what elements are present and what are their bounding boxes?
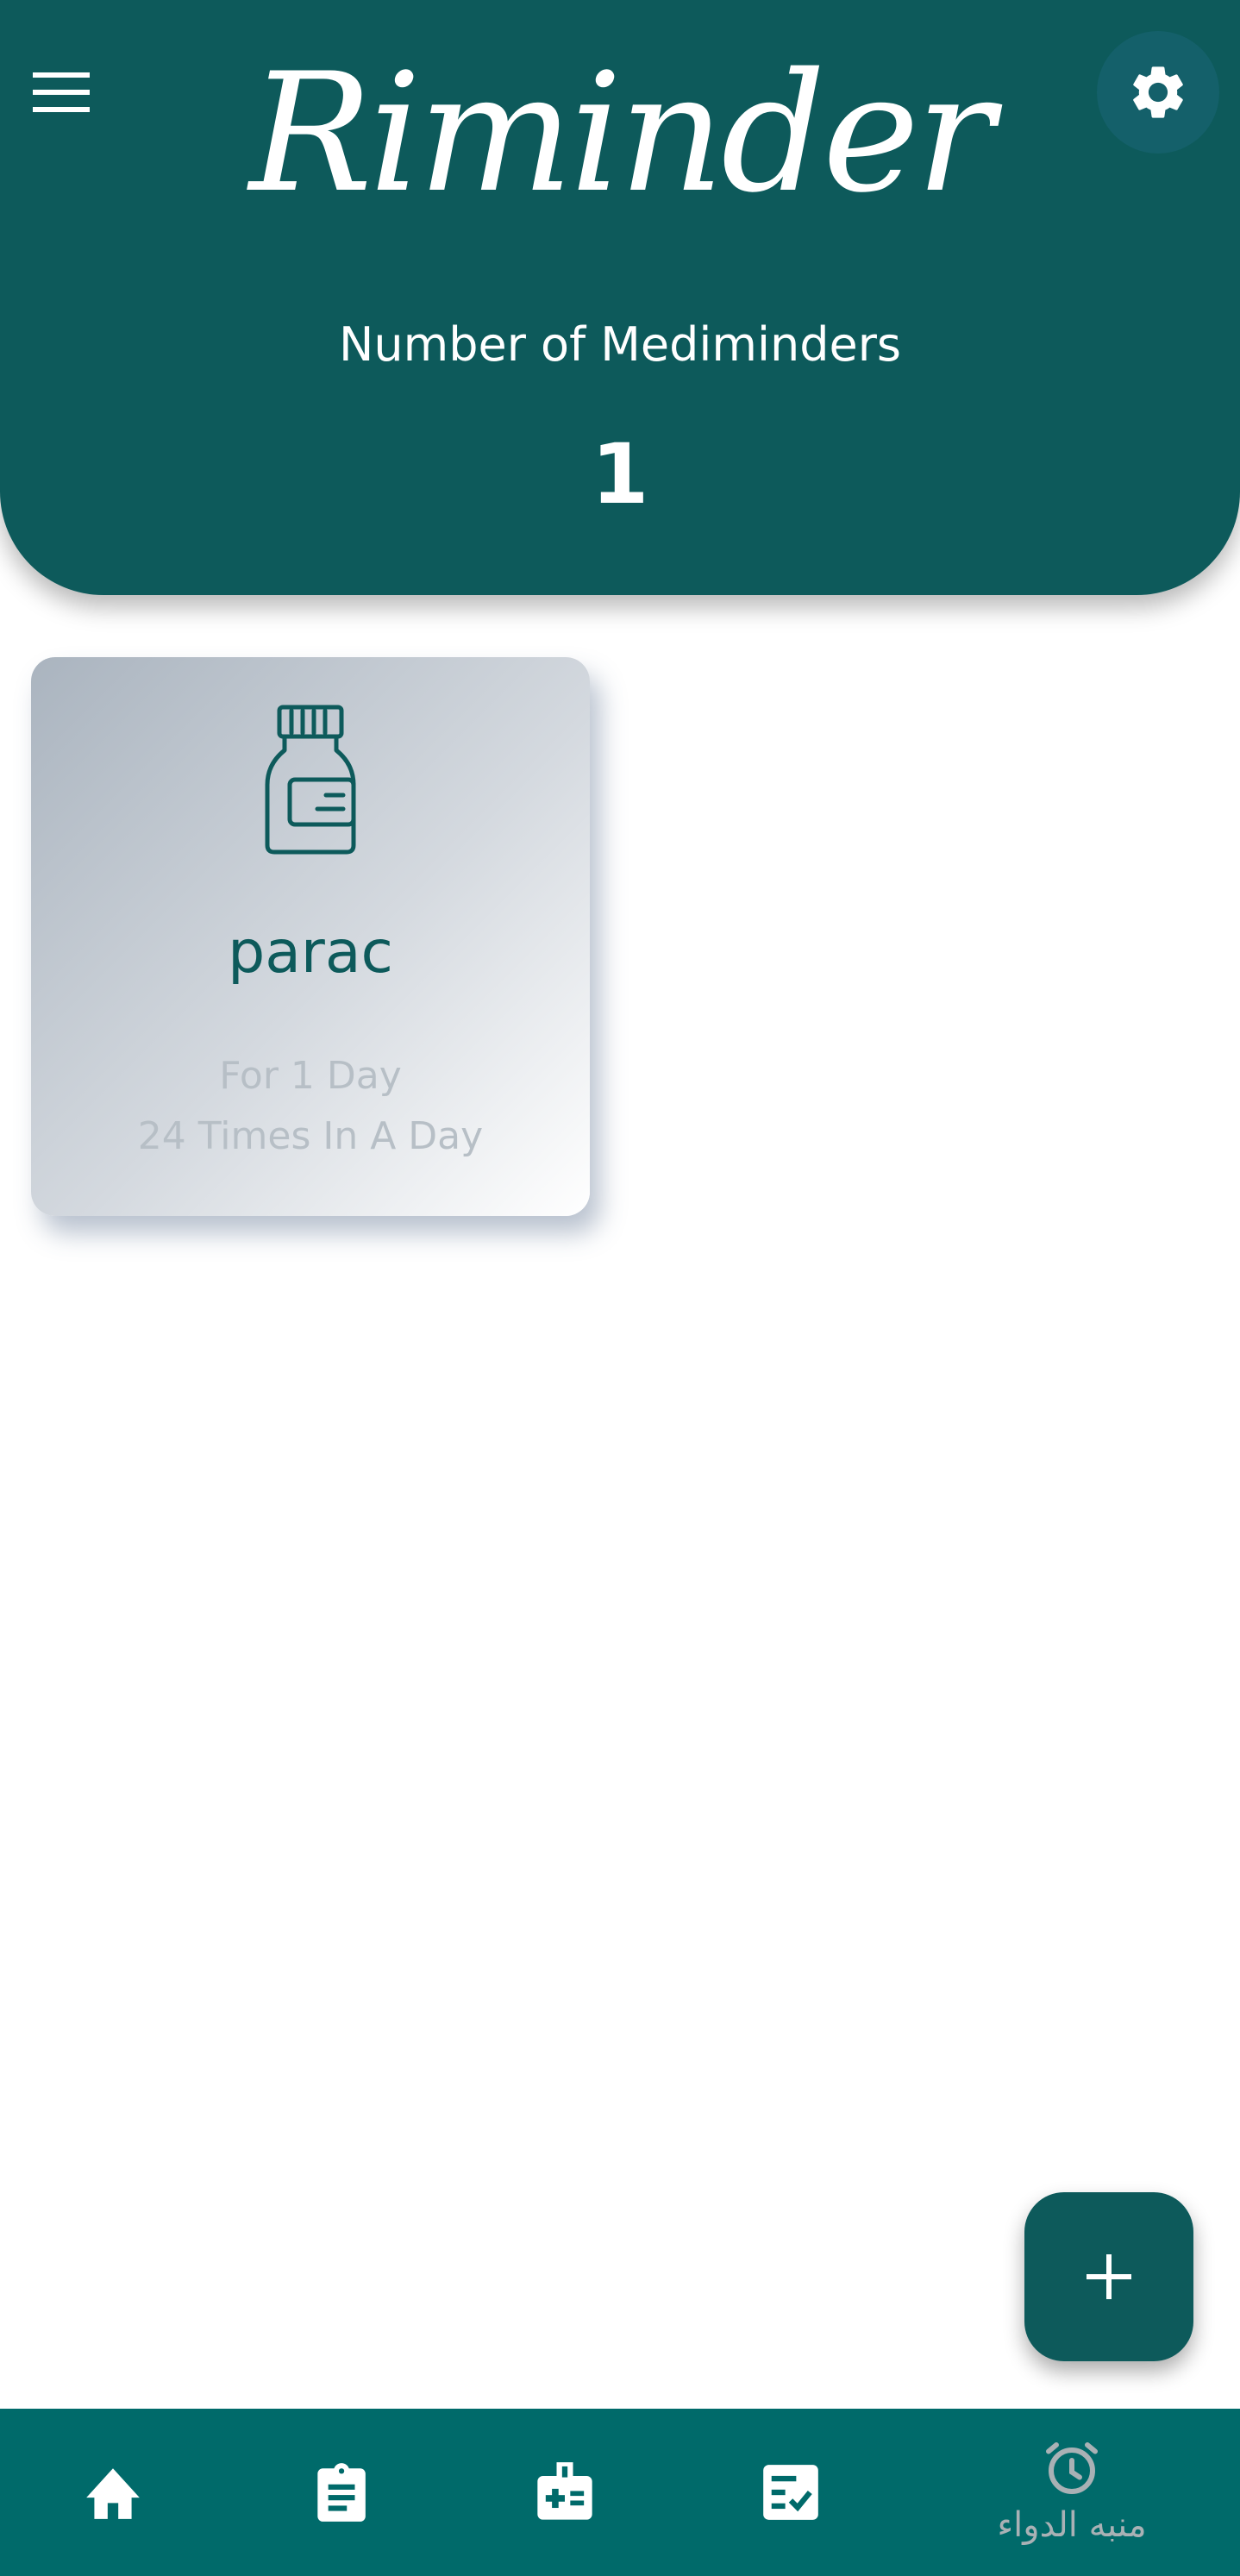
medicine-bottle-icon bbox=[265, 705, 356, 855]
nav-checklist[interactable] bbox=[678, 2409, 904, 2576]
checklist-icon bbox=[763, 2465, 818, 2520]
reminder-name: parac bbox=[228, 918, 393, 987]
reminder-card[interactable]: parac For 1 Day 24 Times In A Day bbox=[31, 657, 590, 1216]
reminder-count-value: 1 bbox=[591, 426, 649, 523]
bottom-navigation: منبه الدواء bbox=[0, 2409, 1240, 2576]
add-reminder-button[interactable] bbox=[1024, 2192, 1193, 2361]
reminder-frequency: 24 Times In A Day bbox=[137, 1114, 484, 1158]
nav-medicine-alarm-label: منبه الدواء bbox=[997, 2505, 1147, 2545]
plus-icon bbox=[1087, 2254, 1131, 2299]
nav-home[interactable] bbox=[0, 2409, 226, 2576]
gear-icon bbox=[1133, 66, 1183, 118]
nav-medical-kit[interactable] bbox=[452, 2409, 678, 2576]
home-icon bbox=[86, 2468, 140, 2519]
reminder-duration: For 1 Day bbox=[219, 1054, 402, 1098]
nav-medicine-alarm[interactable]: منبه الدواء bbox=[904, 2409, 1240, 2576]
settings-button[interactable] bbox=[1097, 31, 1219, 154]
clipboard-icon bbox=[317, 2463, 366, 2522]
reminder-count-label: Number of Mediminders bbox=[338, 317, 902, 372]
nav-clipboard[interactable] bbox=[226, 2409, 452, 2576]
alarm-clock-icon bbox=[1046, 2442, 1098, 2494]
app-header: Riminder Number of Mediminders 1 bbox=[0, 0, 1240, 595]
app-title: Riminder bbox=[248, 38, 994, 229]
medical-kit-icon bbox=[537, 2462, 592, 2520]
